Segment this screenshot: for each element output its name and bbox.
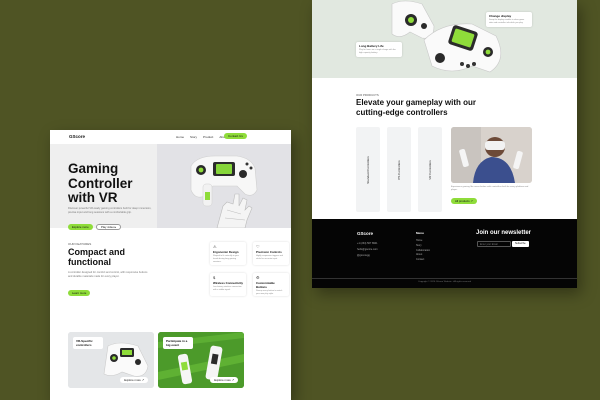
tab-label: PS Controllers	[397, 159, 401, 180]
callout-desc: Swap the display module to show game sta…	[489, 19, 525, 24]
footer-menu-title: Menu	[416, 231, 424, 235]
feature-desc: Remap every button to match your own pla…	[256, 290, 283, 295]
nav-story[interactable]: Story	[190, 135, 197, 139]
footer-email[interactable]: hello@gscore.com	[357, 248, 378, 251]
feature-card-custom: ⚙ Customizable Buttons Remap every butto…	[253, 273, 289, 296]
footer-social[interactable]: @gscoregg	[357, 254, 370, 257]
landing-page-right: Change display Swap the display module t…	[312, 0, 577, 288]
hero-controller-image	[157, 144, 291, 228]
feature-title: Precision Controls	[256, 250, 282, 254]
feature-title: Customizable Buttons	[256, 281, 275, 289]
footer-logo[interactable]: GScore	[357, 231, 373, 236]
tab-ps-controllers[interactable]: PS Controllers	[387, 127, 411, 212]
hero-section: Gaming Controller with VR Discover power…	[50, 144, 291, 230]
nav-product[interactable]: Product	[203, 135, 213, 139]
logo[interactable]: GScore	[69, 134, 85, 139]
learn-more-button[interactable]: Learn more	[68, 290, 91, 296]
feature-title: Ergonomic Design	[213, 250, 239, 254]
feature-desc: Shaped to fit naturally in your hands du…	[213, 255, 239, 263]
products-caption: Experience gaming like never before with…	[451, 186, 529, 191]
features-eyebrow: OUR FEATURES	[68, 242, 92, 246]
newsletter-email-input[interactable]: Enter your Email	[477, 241, 511, 247]
feature-title: Wireless Connectivity	[213, 281, 244, 285]
promo-label: Participate in a big event	[163, 337, 193, 349]
products-eyebrow: OUR PRODUCTS	[356, 93, 379, 97]
promo-explore-label: Explore more	[124, 378, 141, 382]
gear-icon: ⚙	[256, 275, 260, 280]
callout-title: Change display	[489, 14, 512, 18]
controller-showcase: Change display Swap the display module t…	[312, 0, 577, 78]
contact-button[interactable]: Contact Us	[224, 133, 247, 139]
promo-card-vr[interactable]: VR-Specific controllers Explore more ↗	[68, 332, 154, 388]
tab-label: Standard Controllers	[366, 155, 370, 184]
subscribe-button[interactable]: Subscribe	[512, 241, 529, 247]
footer: GScore +1 (234) 567 8901 hello@gscore.co…	[312, 219, 577, 288]
feature-card-wireless: $ Wireless Connectivity Low latency wire…	[210, 273, 246, 296]
footer-link-contact[interactable]: Contact	[416, 258, 430, 263]
vr-player-photo	[451, 127, 532, 183]
dollar-icon: $	[213, 275, 216, 280]
tab-vr-controllers[interactable]: VR Controllers	[418, 127, 442, 212]
tab-label: VR Controllers	[428, 159, 432, 180]
feature-desc: Low latency wireless connection with a s…	[213, 286, 242, 291]
explore-button[interactable]: Explore more	[68, 224, 93, 230]
promo-label: VR-Specific controllers	[73, 337, 103, 349]
controller-robot-hand-illustration	[157, 144, 291, 228]
hero-title: Gaming Controller with VR	[68, 161, 133, 205]
callout-change-display: Change display Swap the display module t…	[486, 12, 532, 27]
warning-icon: ⚠	[213, 244, 217, 249]
heart-icon: ♡	[256, 244, 260, 249]
footer-menu: Home Story Collaboration About Contact	[416, 239, 430, 263]
nav-menu: Home Story Product About	[176, 135, 227, 139]
tab-standard-controllers[interactable]: Standard Controllers	[356, 127, 380, 212]
all-products-button[interactable]: All products ↗	[451, 198, 477, 204]
all-products-label: All products	[455, 199, 470, 203]
feature-card-precision: ♡ Precision Controls Highly responsive t…	[253, 242, 289, 265]
footer-divider	[312, 278, 577, 279]
promo-explore-label: Explore more	[214, 378, 231, 382]
hero-description: Discover powerful VR-ready gaming contro…	[68, 207, 152, 214]
nav-home[interactable]: Home	[176, 135, 184, 139]
copyright: Copyright © 2024 GScore Website · All ri…	[418, 281, 471, 283]
twin-controllers-illustration	[312, 0, 577, 78]
features-title: Compact and functional	[68, 247, 126, 267]
footer-phone[interactable]: +1 (234) 567 8901	[357, 242, 378, 245]
promo-explore-button[interactable]: Explore more ↗	[120, 377, 148, 383]
promo-explore-button[interactable]: Explore more ↗	[210, 377, 238, 383]
newsletter-title: Join our newsletter	[476, 230, 532, 236]
landing-page-left: GScore Home Story Product About Contact …	[50, 130, 291, 400]
feature-desc: Highly responsive triggers and sticks fo…	[256, 255, 283, 260]
play-video-button[interactable]: Play video ▸	[96, 224, 122, 230]
features-description: A controller designed for comfort and co…	[68, 271, 148, 278]
top-nav: GScore Home Story Product About Contact …	[50, 130, 291, 144]
callout-desc: Play for hours on a single charge with t…	[359, 49, 396, 54]
promo-card-event[interactable]: Participate in a big event Explore more …	[158, 332, 244, 388]
vr-player-illustration	[451, 127, 532, 183]
products-title: Elevate your gameplay with our cutting-e…	[356, 98, 477, 117]
feature-card-ergonomic: ⚠ Ergonomic Design Shaped to fit natural…	[210, 242, 246, 265]
callout-battery: Long Battery Life Play for hours on a si…	[356, 42, 402, 57]
play-video-label: Play video	[101, 225, 114, 229]
callout-title: Long Battery Life	[359, 44, 384, 48]
